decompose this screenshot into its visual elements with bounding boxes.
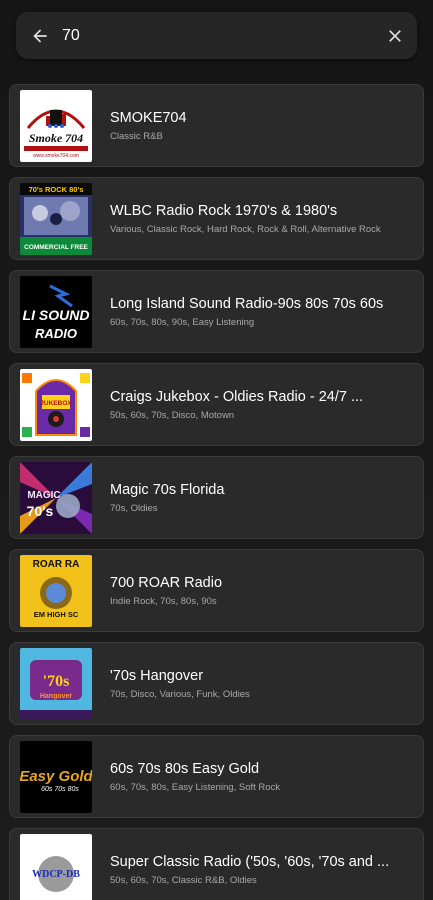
station-tags: 50s, 60s, 70s, Disco, Motown bbox=[110, 409, 235, 421]
station-logo: LI SOUND RADIO bbox=[20, 275, 92, 348]
list-item[interactable]: 70's ROCK 80's COMMERCIAL FREE WLBC Radi… bbox=[9, 177, 424, 260]
logo-text: '70s bbox=[43, 673, 70, 690]
station-tags: 70s, Disco, Various, Funk, Oldies bbox=[110, 688, 250, 700]
logo-subtext: COMMERCIAL FREE bbox=[24, 244, 88, 251]
back-button[interactable] bbox=[18, 12, 62, 59]
list-item[interactable]: LI SOUND RADIO Long Island Sound Radio-9… bbox=[9, 270, 424, 353]
station-logo: JUKEBOX bbox=[20, 368, 92, 441]
search-input[interactable] bbox=[62, 20, 373, 51]
logo-text: ROAR RA bbox=[33, 559, 80, 570]
logo-text: WDCP-DB bbox=[32, 869, 80, 880]
station-logo: 70's ROCK 80's COMMERCIAL FREE bbox=[20, 182, 92, 255]
station-title: Long Island Sound Radio-90s 80s 70s 60s bbox=[110, 295, 384, 312]
results-list: Smoke 704 www.smoke704.com SMOKE704 Clas… bbox=[9, 84, 424, 900]
station-logo: WDCP-DB bbox=[20, 833, 92, 900]
list-item[interactable]: WDCP-DB Super Classic Radio ('50s, '60s,… bbox=[9, 828, 424, 900]
station-tags: 70s, Oldies bbox=[110, 502, 158, 514]
logo-text: JUKEBOX bbox=[40, 400, 72, 407]
arrow-left-icon bbox=[33, 28, 47, 43]
station-title: 60s 70s 80s Easy Gold bbox=[110, 760, 260, 777]
station-tags: 60s, 70s, 80s, 90s, Easy Listening bbox=[110, 316, 255, 328]
logo-subtext: www.smoke704.com bbox=[33, 153, 79, 159]
list-item[interactable]: Easy Gold 60s 70s 80s 60s 70s 80s Easy G… bbox=[9, 735, 424, 818]
search-bar bbox=[16, 12, 417, 59]
station-tags: Various, Classic Rock, Hard Rock, Rock &… bbox=[110, 223, 381, 235]
station-tags: 50s, 60s, 70s, Classic R&B, Oldies bbox=[110, 874, 257, 886]
logo-text: Smoke 704 bbox=[29, 131, 83, 145]
logo-text: MAGIC bbox=[27, 490, 60, 501]
station-title: 700 ROAR Radio bbox=[110, 574, 223, 591]
station-logo: Smoke 704 www.smoke704.com bbox=[20, 89, 92, 162]
logo-subtext: Hangover bbox=[40, 693, 73, 700]
logo-text: 70's ROCK 80's bbox=[29, 185, 84, 194]
list-item[interactable]: JUKEBOX Craigs Jukebox - Oldies Radio - … bbox=[9, 363, 424, 446]
station-logo: Easy Gold 60s 70s 80s bbox=[20, 740, 92, 813]
station-title: '70s Hangover bbox=[110, 667, 204, 684]
station-tags: 60s, 70s, 80s, Easy Listening, Soft Rock bbox=[110, 781, 281, 793]
station-title: SMOKE704 bbox=[110, 109, 187, 126]
close-icon bbox=[389, 29, 401, 42]
station-logo: '70s Hangover bbox=[20, 647, 92, 720]
logo-subtext: 60s 70s 80s bbox=[41, 786, 79, 793]
list-item[interactable]: MAGIC 70's Magic 70s Florida 70s, Oldies bbox=[9, 456, 424, 539]
list-item[interactable]: '70s Hangover '70s Hangover 70s, Disco, … bbox=[9, 642, 424, 725]
station-logo: ROAR RA EM HIGH SC bbox=[20, 554, 92, 627]
search-results-screen: Smoke 704 www.smoke704.com SMOKE704 Clas… bbox=[0, 0, 433, 900]
list-item[interactable]: Smoke 704 www.smoke704.com SMOKE704 Clas… bbox=[9, 84, 424, 167]
logo-text: LI SOUND bbox=[23, 307, 90, 323]
station-title: Craigs Jukebox - Oldies Radio - 24/7 ... bbox=[110, 388, 364, 405]
logo-subtext: RADIO bbox=[35, 326, 77, 341]
list-item[interactable]: ROAR RA EM HIGH SC 700 ROAR Radio Indie … bbox=[9, 549, 424, 632]
clear-search-button[interactable] bbox=[373, 12, 417, 59]
station-title: WLBC Radio Rock 1970's & 1980's bbox=[110, 202, 338, 219]
station-tags: Classic R&B bbox=[110, 130, 163, 142]
logo-text: Easy Gold bbox=[20, 768, 92, 785]
logo-subtext: 70's bbox=[27, 503, 54, 519]
station-title: Magic 70s Florida bbox=[110, 481, 225, 498]
logo-subtext: EM HIGH SC bbox=[34, 610, 79, 619]
station-title: Super Classic Radio ('50s, '60s, '70s an… bbox=[110, 853, 390, 870]
station-logo: MAGIC 70's bbox=[20, 461, 92, 534]
station-tags: Indie Rock, 70s, 80s, 90s bbox=[110, 595, 217, 607]
